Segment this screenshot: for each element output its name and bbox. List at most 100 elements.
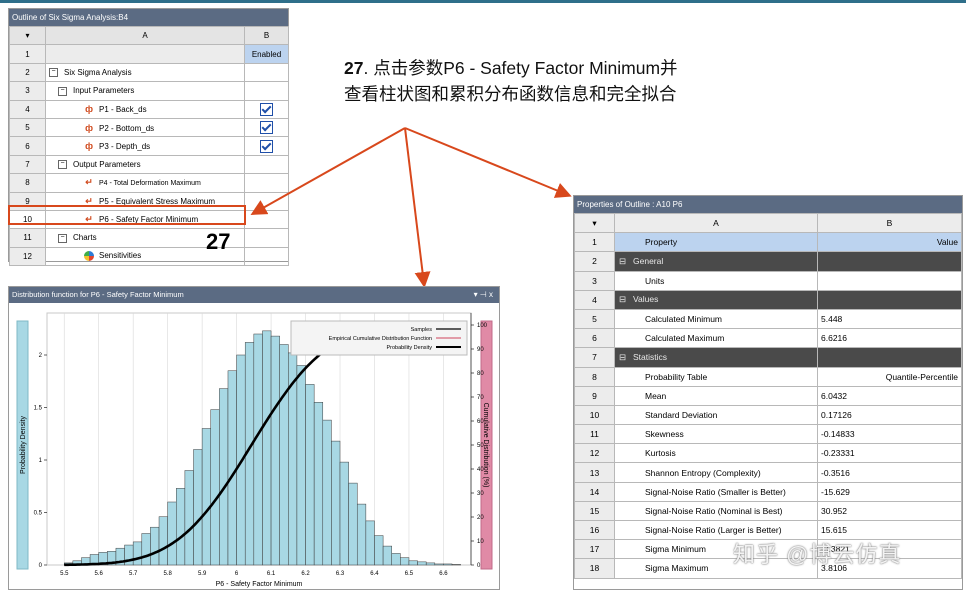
sort-dropdown[interactable]: ▾ <box>9 25 46 46</box>
histogram-bar <box>391 553 401 566</box>
row-number: 9 <box>574 385 615 406</box>
histogram-bar <box>201 428 211 566</box>
outline-row-5[interactable]: 5 ф P2 - Bottom_ds <box>9 117 289 138</box>
properties-row-11[interactable]: 11 Skewness -0.14833 <box>574 424 962 445</box>
instruction-line-2: 查看柱状图和累积分布函数信息和完全拟合 <box>344 84 677 104</box>
enabled-label: Enabled <box>244 44 289 64</box>
row-number: 18 <box>574 558 615 579</box>
collapse-icon[interactable]: ⊟ <box>619 294 627 305</box>
properties-row-15[interactable]: 15 Signal-Noise Ratio (Nominal is Best) 30… <box>574 500 962 522</box>
chart-panel-title: Distribution function for P6 - Safety Fa… <box>12 290 184 299</box>
properties-row-14[interactable]: 14 Signal-Noise Ratio (Smaller is Better)… <box>574 481 962 502</box>
histogram-bar <box>408 560 418 566</box>
properties-row-8[interactable]: 8 Probability Table Quantile-Percentile <box>574 366 962 387</box>
histogram-bar <box>365 520 375 566</box>
arrow-to-chart <box>404 127 431 288</box>
collapse-icon[interactable]: − <box>58 160 67 170</box>
parameter-checkbox[interactable] <box>260 102 273 116</box>
collapse-icon[interactable]: ⊟ <box>619 352 627 363</box>
collapse-icon[interactable]: − <box>49 68 58 78</box>
y2-tick-label: 100 <box>477 323 488 329</box>
properties-row-12[interactable]: 12 Kurtosis -0.23331 <box>574 443 962 464</box>
x-axis-label: P6 - Safety Factor Minimum <box>216 581 303 588</box>
histogram-bar <box>184 470 194 566</box>
property-name: Calculated Minimum <box>614 308 818 330</box>
properties-row-5[interactable]: 5 Calculated Minimum 5.448 <box>574 308 962 330</box>
histogram-bar <box>400 557 410 566</box>
outline-row-1: 1 Enabled <box>9 44 289 64</box>
x-tick-label: 6.6 <box>439 571 448 577</box>
outline-header-row: ▾ A B <box>9 25 289 46</box>
row-number: 15 <box>574 500 615 522</box>
y2-tick-label: 90 <box>477 347 484 353</box>
outline-row-3[interactable]: 3 − Input Parameters <box>9 81 289 101</box>
outline-row-7[interactable]: 7 − Output Parameters <box>9 154 289 175</box>
property-value: -0.23331 <box>817 443 962 464</box>
properties-row-4[interactable]: 4 ⊟ Values <box>574 289 962 310</box>
outline-row-4[interactable]: 4 ф P1 - Back_ds <box>9 99 289 119</box>
parameter-checkbox[interactable] <box>260 121 273 135</box>
outline-col-b: B <box>244 25 289 46</box>
outline-row-8[interactable]: 8 ↵ P4 - Total Deformation Maximum <box>9 173 289 193</box>
property-value <box>817 270 962 291</box>
distribution-chart-panel: Distribution function for P6 - Safety Fa… <box>8 286 500 590</box>
properties-row-1[interactable]: 1 Property Value <box>574 232 962 253</box>
outline-col-a: A <box>45 25 245 46</box>
outline-row-12[interactable]: 12 Sensitivities <box>9 246 289 267</box>
histogram-bar <box>193 449 203 566</box>
watermark: 知乎 @博云仿真 <box>733 542 902 567</box>
instruction-text: 27. 点击参数P6 - Safety Factor Minimum并 查看柱状… <box>344 55 678 107</box>
properties-row-2[interactable]: 2 ⊟ General <box>574 251 962 272</box>
x-tick-label: 6.5 <box>405 571 414 577</box>
sort-dropdown[interactable]: ▾ <box>574 212 615 234</box>
properties-row-10[interactable]: 10 Standard Deviation 0.17126 <box>574 404 962 426</box>
histogram-bar <box>434 563 444 566</box>
properties-row-7[interactable]: 7 ⊟ Statistics <box>574 347 962 368</box>
properties-row-6[interactable]: 6 Calculated Maximum 6.6216 <box>574 328 962 349</box>
histogram-bar <box>331 440 341 566</box>
histogram-bar <box>305 384 315 566</box>
property-value: 0.17126 <box>817 404 962 426</box>
input-parameter-icon: ф <box>85 122 93 133</box>
window-controls[interactable]: ▾ ⊣ x <box>474 287 493 303</box>
x-tick-label: 5.5 <box>60 571 69 577</box>
outline-row-2[interactable]: 2 − Six Sigma Analysis <box>9 62 289 83</box>
collapse-icon[interactable]: − <box>58 233 67 243</box>
histogram-bar <box>150 526 160 566</box>
properties-row-3[interactable]: 3 Units <box>574 270 962 291</box>
property-name: Standard Deviation <box>614 404 818 426</box>
row-number: 10 <box>574 404 615 426</box>
y2-tick-label: 0 <box>477 563 481 569</box>
row-number: 13 <box>574 462 615 483</box>
histogram-bar <box>253 333 263 566</box>
collapse-icon[interactable]: ⊟ <box>619 256 627 267</box>
property-value: 5.448 <box>817 308 962 330</box>
x-tick-label: 6 <box>235 571 239 577</box>
properties-col-b: B <box>817 212 962 234</box>
properties-row-9[interactable]: 9 Mean 6.0432 <box>574 385 962 406</box>
row-number: 4 <box>574 289 615 310</box>
histogram-bar <box>176 488 186 566</box>
y-axis-label: Probability Density <box>20 416 27 474</box>
legend-pdf: Probability Density <box>386 345 432 351</box>
row-number: 11 <box>574 424 615 445</box>
collapse-icon[interactable]: − <box>58 86 67 96</box>
instruction-line-1: . 点击参数P6 - Safety Factor Minimum并 <box>363 58 678 78</box>
row-number: 7 <box>574 347 615 368</box>
property-value: Quantile-Percentile <box>817 366 962 387</box>
property-name: Mean <box>614 385 818 406</box>
outline-row-6[interactable]: 6 ф P3 - Depth_ds <box>9 136 289 156</box>
row-number: 8 <box>574 366 615 387</box>
properties-col-a: A <box>614 212 818 234</box>
properties-header-row: ▾ A B <box>574 212 962 234</box>
outline-row-11[interactable]: 11 − Charts <box>9 228 289 248</box>
property-header: Property <box>614 232 818 253</box>
histogram-bar <box>210 409 220 566</box>
properties-row-13[interactable]: 13 Shannon Entropy (Complexity) -0.3516 <box>574 462 962 483</box>
y2-tick-label: 20 <box>477 515 484 521</box>
selection-highlight <box>8 205 246 225</box>
property-name: Units <box>614 270 818 291</box>
output-parameter-icon: ↵ <box>85 177 93 188</box>
parameter-checkbox[interactable] <box>260 139 273 153</box>
legend-samples: Samples <box>411 327 433 333</box>
